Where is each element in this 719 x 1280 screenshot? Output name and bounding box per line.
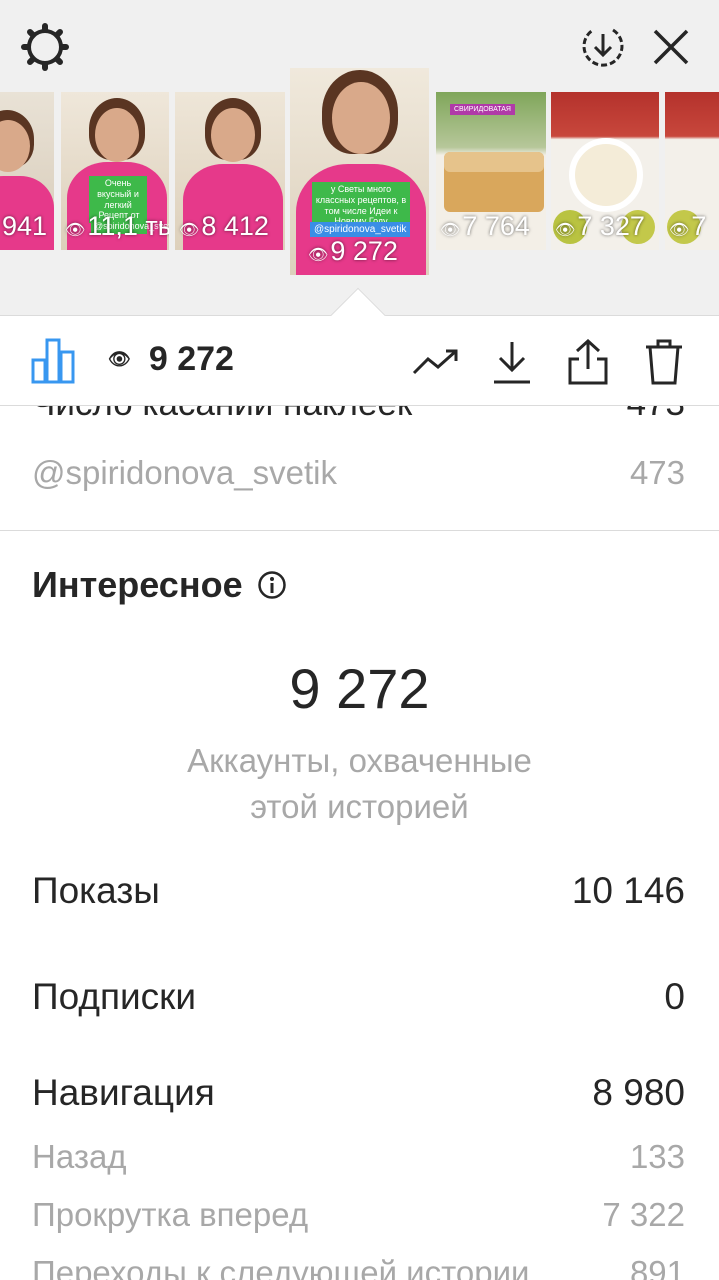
trash-icon bbox=[646, 339, 682, 385]
story-views: 👁7 764 bbox=[440, 211, 530, 241]
info-icon[interactable] bbox=[257, 570, 287, 600]
promote-button[interactable] bbox=[412, 338, 460, 386]
story-thumbnail[interactable]: СВИРИДОВАТАЯ 👁7 764 bbox=[436, 92, 546, 250]
story-tag: @spiridonova_svetik bbox=[310, 222, 411, 237]
back-value: 133 bbox=[629, 1138, 685, 1175]
story-thumbnail[interactable]: 👁8 412 bbox=[175, 92, 285, 250]
story-thumbnail[interactable]: 👁7 bbox=[665, 92, 719, 250]
toolbar-views: 9 272 bbox=[148, 340, 234, 378]
share-icon bbox=[568, 339, 608, 385]
sticker-taps-label: Число касаний наклеек bbox=[32, 406, 412, 424]
navigation-row: Навигация 8 980 bbox=[32, 1072, 685, 1114]
reach-caption-line2: этой историей bbox=[250, 788, 469, 825]
story-toolbar: 👁 9 272 bbox=[0, 316, 719, 406]
story-strip-panel: 941 Очень вкусный и легкий пирог! Рецепт… bbox=[0, 0, 719, 316]
sticker-taps-value: 473 bbox=[627, 406, 685, 424]
story-tag: СВИРИДОВАТАЯ bbox=[450, 104, 515, 115]
close-icon bbox=[653, 29, 689, 65]
navigation-value: 8 980 bbox=[592, 1072, 685, 1113]
sticker-mention-value: 473 bbox=[629, 454, 685, 491]
story-views: 👁9 272 bbox=[308, 236, 398, 266]
next-story-row: Переходы к следующей истории 891 bbox=[32, 1254, 685, 1280]
story-views: 👁8 412 bbox=[179, 211, 269, 241]
story-thumbnail[interactable]: Очень вкусный и легкий пирог! Рецепт от … bbox=[61, 92, 169, 250]
close-button[interactable] bbox=[646, 22, 696, 72]
forward-label: Прокрутка вперед bbox=[32, 1196, 309, 1233]
divider bbox=[0, 530, 719, 531]
download-icon bbox=[494, 342, 530, 384]
story-thumbnail[interactable]: 👁7 327 bbox=[551, 92, 659, 250]
story-views: 941 bbox=[2, 211, 48, 241]
story-views: 👁11,1 тыс. bbox=[65, 211, 169, 241]
story-thumbnail[interactable]: 941 bbox=[0, 92, 54, 250]
discovery-title: Интересное bbox=[32, 564, 287, 606]
share-button[interactable] bbox=[564, 338, 612, 386]
insights-content[interactable]: Число касаний наклеек 473 @spiridonova_s… bbox=[0, 406, 719, 1280]
settings-button[interactable] bbox=[20, 22, 70, 72]
download-circle-icon bbox=[582, 28, 624, 67]
back-row: Назад 133 bbox=[32, 1138, 685, 1176]
next-story-value: 891 bbox=[629, 1254, 685, 1280]
story-views: 👁7 327 bbox=[555, 211, 645, 241]
sticker-taps-row: Число касаний наклеек 473 bbox=[32, 406, 685, 424]
story-views: 👁7 bbox=[669, 211, 707, 241]
next-story-label: Переходы к следующей истории bbox=[32, 1254, 530, 1280]
delete-button[interactable] bbox=[640, 338, 688, 386]
reach-caption: Аккаунты, охваченные этой историей bbox=[0, 738, 719, 830]
impressions-label: Показы bbox=[32, 870, 160, 911]
follows-value: 0 bbox=[664, 976, 685, 1017]
gear-icon bbox=[21, 23, 69, 71]
story-thumbnail-selected[interactable]: у Светы много классных рецептов, в том ч… bbox=[290, 68, 429, 275]
impressions-value: 10 146 bbox=[571, 870, 685, 911]
story-thumbnails[interactable]: 941 Очень вкусный и легкий пирог! Рецепт… bbox=[0, 68, 719, 278]
viewers-count[interactable]: 👁 9 272 bbox=[108, 340, 234, 379]
back-label: Назад bbox=[32, 1138, 127, 1175]
follows-label: Подписки bbox=[32, 976, 197, 1017]
sticker-mention-label: @spiridonova_svetik bbox=[32, 454, 337, 491]
eye-icon: 👁 bbox=[108, 349, 131, 369]
follows-row: Подписки 0 bbox=[32, 976, 685, 1018]
forward-value: 7 322 bbox=[602, 1196, 685, 1233]
navigation-label: Навигация bbox=[32, 1072, 215, 1113]
sticker-mention-row: @spiridonova_svetik 473 bbox=[32, 454, 685, 492]
trend-icon bbox=[412, 349, 458, 375]
forward-row: Прокрутка вперед 7 322 bbox=[32, 1196, 685, 1234]
reach-caption-line1: Аккаунты, охваченные bbox=[187, 742, 532, 779]
discovery-title-text: Интересное bbox=[32, 564, 243, 605]
reach-number: 9 272 bbox=[289, 657, 430, 720]
bar-chart-icon bbox=[31, 338, 75, 384]
impressions-row: Показы 10 146 bbox=[32, 870, 685, 912]
download-button[interactable] bbox=[488, 338, 536, 386]
download-all-button[interactable] bbox=[578, 22, 628, 72]
insights-tab[interactable] bbox=[30, 336, 78, 384]
